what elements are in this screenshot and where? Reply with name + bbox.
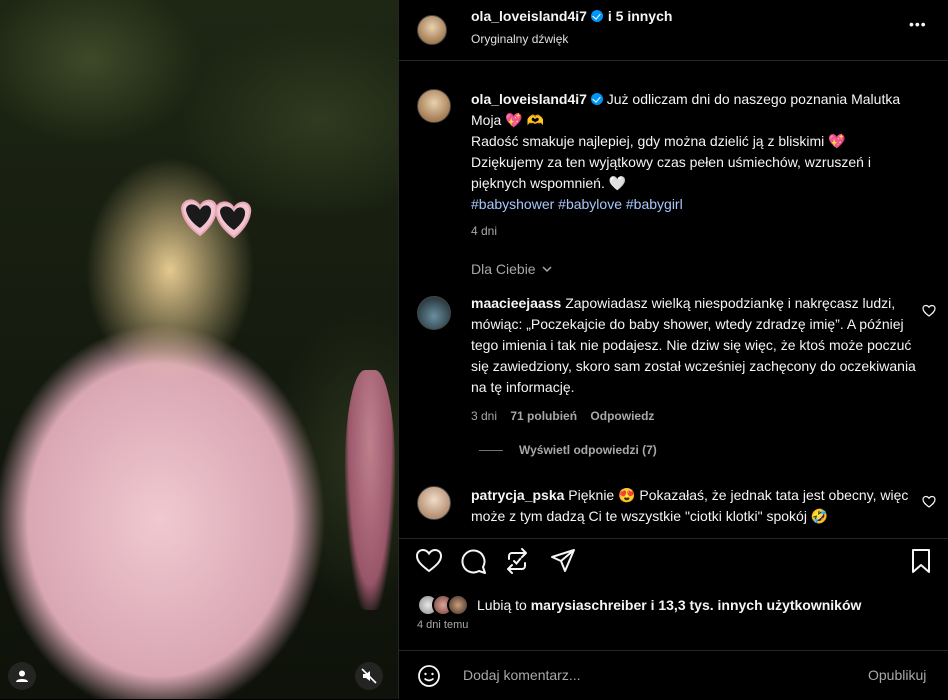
post-details-panel: ola_loveisland4i7 i 5 innych Oryginalny … — [398, 0, 948, 699]
comment-item: maacieejaass Zapowiadasz wielką niespodz… — [471, 293, 921, 427]
caption-username[interactable]: ola_loveisland4i7 — [471, 91, 587, 107]
comment-meta: 3 dni 71 polubień Odpowiedz — [471, 406, 921, 427]
pampas-grass-decoration — [345, 370, 395, 610]
like-comment-heart-icon[interactable] — [922, 304, 936, 318]
save-bookmark-icon[interactable] — [907, 547, 935, 575]
comment-avatar[interactable] — [417, 486, 451, 520]
mute-button[interactable] — [355, 662, 383, 690]
likes-prefix: Lubią to — [477, 597, 527, 613]
comment-filter[interactable]: Dla Ciebie — [471, 261, 554, 277]
user-icon — [16, 670, 28, 682]
reply-button[interactable]: Odpowiedz — [590, 409, 654, 423]
tagged-users-button[interactable] — [8, 662, 36, 690]
liker-avatar[interactable] — [447, 594, 469, 616]
emoji-icon[interactable] — [417, 664, 441, 688]
verified-badge-icon — [590, 93, 603, 105]
likes-others[interactable]: i 13,3 tys. innych użytkowników — [651, 597, 862, 613]
likes-user[interactable]: marysiaschreiber — [531, 597, 647, 613]
author-avatar[interactable] — [417, 15, 447, 45]
caption-avatar[interactable] — [417, 89, 451, 123]
collaborators-link[interactable]: i 5 innych — [608, 8, 673, 24]
caption-line-2: Radość smakuje najlepiej, gdy można dzie… — [471, 133, 846, 149]
caption-time[interactable]: 4 dni — [471, 221, 921, 242]
audio-label[interactable]: Oryginalny dźwięk — [471, 32, 568, 46]
speaker-muted-icon — [361, 668, 377, 684]
add-comment-bar: Opublikuj — [399, 650, 948, 700]
verified-badge-icon — [591, 10, 604, 22]
post-header: ola_loveisland4i7 i 5 innych Oryginalny … — [399, 0, 948, 61]
comment-likes[interactable]: 71 polubień — [510, 409, 577, 423]
comments-scroll-area[interactable]: ola_loveisland4i7 Już odliczam dni do na… — [399, 61, 948, 538]
divider — [479, 449, 503, 451]
comment-username[interactable]: patrycja_pska — [471, 487, 564, 503]
like-heart-icon[interactable] — [415, 547, 443, 575]
repost-icon[interactable] — [503, 547, 531, 575]
share-send-icon[interactable] — [549, 547, 577, 575]
comment-input[interactable] — [461, 666, 845, 684]
likes-summary: Lubią to marysiaschreiber i 13,3 tys. in… — [417, 594, 861, 616]
comment-icon[interactable] — [459, 547, 487, 575]
publish-button[interactable]: Opublikuj — [868, 667, 926, 683]
author-username[interactable]: ola_loveisland4i7 — [471, 8, 587, 24]
comment-filter-label: Dla Ciebie — [471, 261, 536, 277]
post-media[interactable] — [0, 0, 398, 699]
chevron-down-icon — [542, 266, 552, 273]
comment-time[interactable]: 3 dni — [471, 409, 497, 423]
caption-line-3: Dziękujemy za ten wyjątkowy czas pełen u… — [471, 154, 871, 191]
comment-username[interactable]: maacieejaass — [471, 295, 561, 311]
more-options-icon[interactable]: ••• — [909, 16, 927, 32]
view-replies-button[interactable]: Wyświetl odpowiedzi (7) — [479, 443, 657, 457]
post-actions — [399, 538, 948, 591]
view-replies-label: Wyświetl odpowiedzi (7) — [519, 443, 657, 457]
post-date[interactable]: 4 dni temu — [417, 619, 468, 631]
like-comment-heart-icon[interactable] — [922, 495, 936, 509]
comment-item: patrycja_pska Pięknie 😍 Pokazałaś, że je… — [471, 485, 921, 527]
comment-avatar[interactable] — [417, 296, 451, 330]
caption: ola_loveisland4i7 Już odliczam dni do na… — [471, 89, 921, 242]
caption-hashtags[interactable]: #babyshower #babylove #babygirl — [471, 194, 921, 215]
heart-sunglasses — [180, 199, 252, 239]
